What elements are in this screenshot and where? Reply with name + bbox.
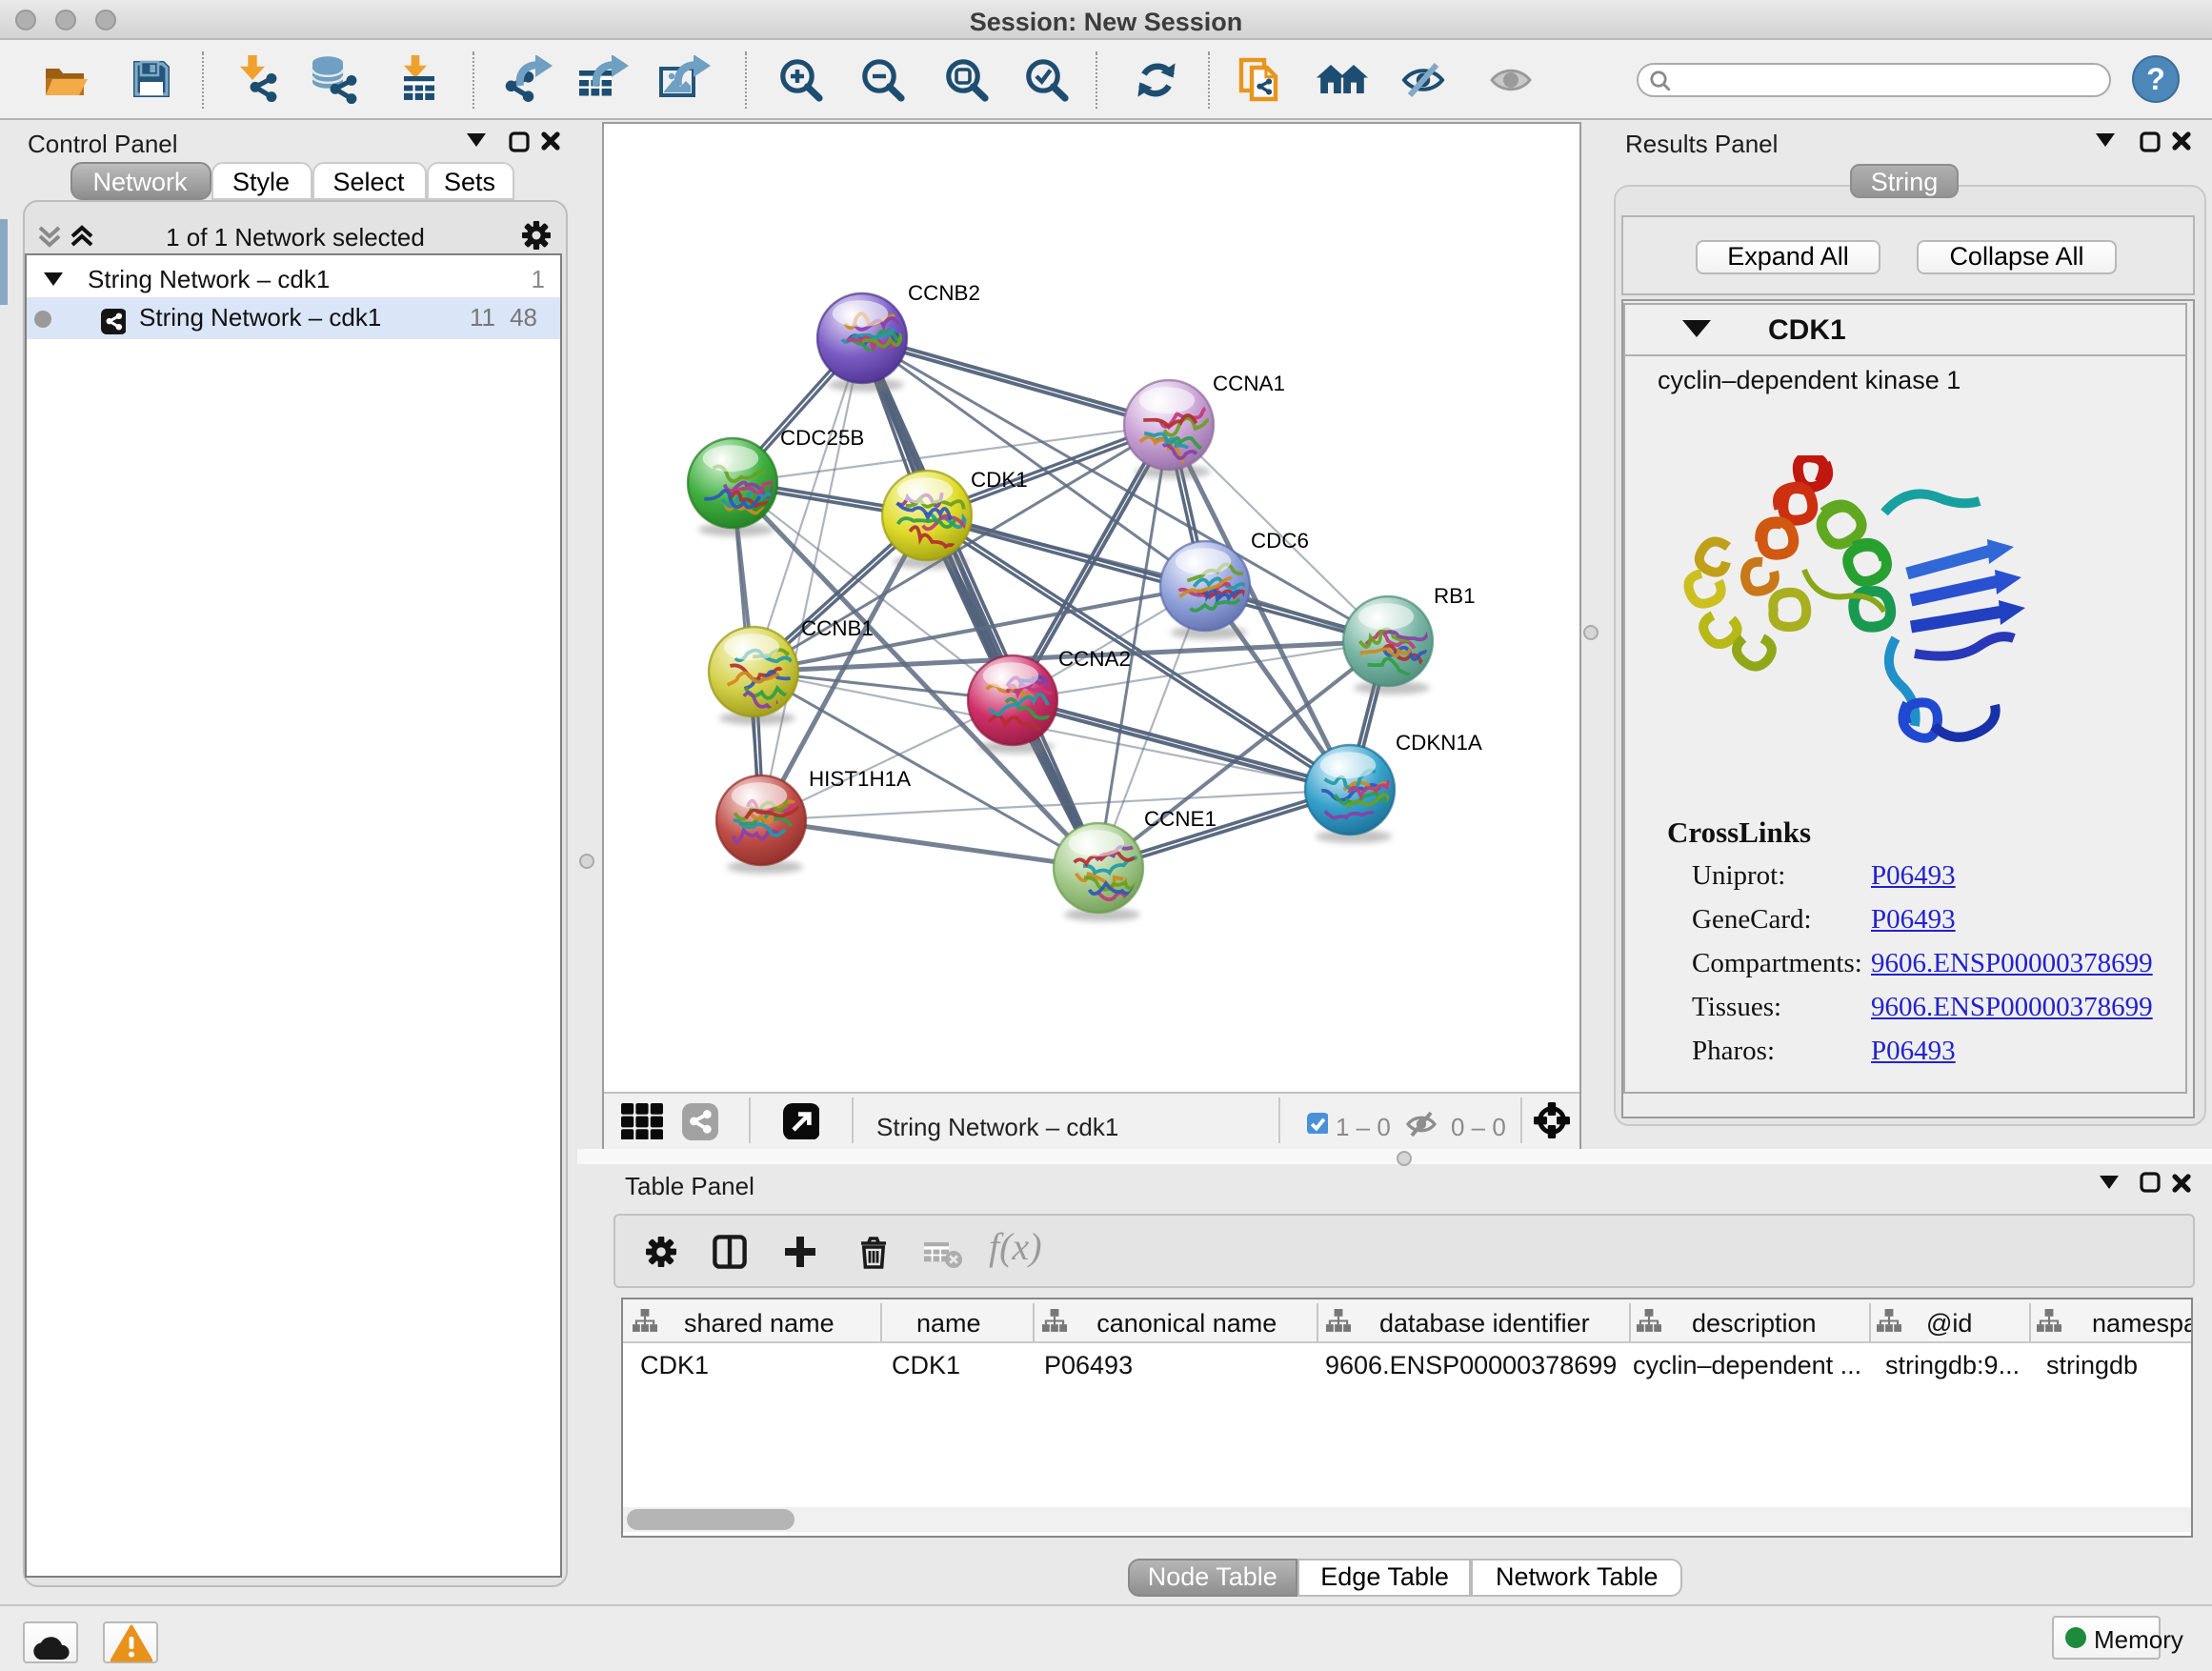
svg-text:?: ? — [2146, 62, 2165, 96]
svg-text:RB1: RB1 — [1433, 583, 1475, 607]
svg-text:CDC25B: CDC25B — [779, 425, 863, 449]
svg-text:HIST1H1A: HIST1H1A — [808, 766, 910, 790]
svg-text:CCNE1: CCNE1 — [1143, 806, 1216, 830]
svg-text:CDK1: CDK1 — [970, 467, 1027, 491]
svg-text:CCNA2: CCNA2 — [1057, 646, 1130, 670]
svg-text:CCNB2: CCNB2 — [907, 280, 979, 304]
svg-text:CDKN1A: CDKN1A — [1395, 730, 1481, 754]
svg-text:CCNA1: CCNA1 — [1212, 371, 1284, 394]
svg-text:CDC6: CDC6 — [1250, 528, 1308, 552]
svg-text:CCNB1: CCNB1 — [800, 615, 873, 639]
